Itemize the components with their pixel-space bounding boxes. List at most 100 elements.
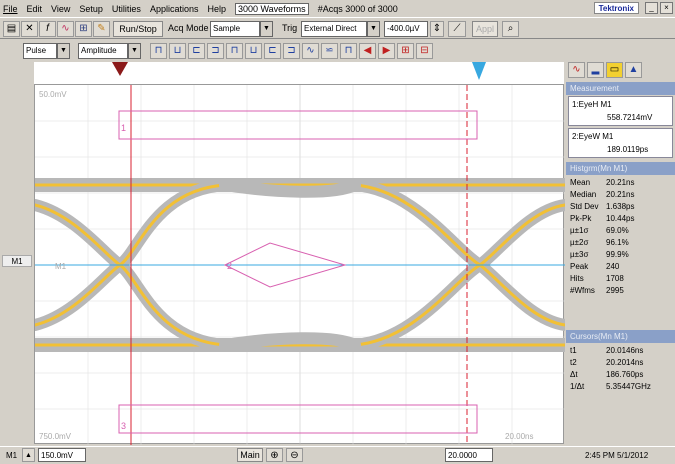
histogram-row-value: 20.21ns [606, 190, 635, 199]
meas-icon-8[interactable]: ⊐ [283, 43, 300, 59]
chevron-down-icon[interactable]: ▼ [367, 21, 380, 37]
zoom-out-icon[interactable]: ⊖ [286, 448, 303, 462]
menu-file[interactable]: File [3, 4, 18, 14]
yellow-panel-icon[interactable]: ▭ [606, 62, 623, 78]
meas-icon-6[interactable]: ⊔ [245, 43, 262, 59]
level-adjust-icon[interactable]: ⇕ [430, 21, 444, 37]
clock: 2:45 PM 5/1/2012 [585, 451, 649, 460]
zoom-in-icon[interactable]: ⊕ [266, 448, 283, 462]
chevron-up-icon[interactable]: ▲ [22, 448, 35, 462]
panel-toolbar: ∿ ▂ ▭ ▲ [566, 62, 675, 80]
arrow-left-icon[interactable]: ◀ [359, 43, 376, 59]
histogram-row-key: Peak [570, 262, 589, 271]
bottom-scale-label: 750.0mV [39, 432, 72, 441]
measurement-item-2[interactable]: 2:EyeW M1 189.0119ps [568, 128, 673, 158]
run-stop-button[interactable]: Run/Stop [113, 21, 163, 37]
meas-icon-7[interactable]: ⊏ [264, 43, 281, 59]
meas-icon-9[interactable]: ∿ [302, 43, 319, 59]
trigger-source-select[interactable]: External Direct [301, 21, 367, 37]
minimize-icon[interactable]: _ [645, 2, 658, 14]
histogram-row-key: Hits [570, 274, 584, 283]
mask-top [118, 110, 478, 140]
scale-input[interactable]: 150.0mV [38, 448, 86, 462]
measurement-category-select[interactable]: Pulse [23, 43, 57, 59]
eye-diagram: 50.0mV 750.0mV 20.00ns M1 1 2 3 [28, 85, 572, 445]
histogram-row-value: 2995 [606, 286, 624, 295]
readout-panel: ∿ ▂ ▭ ▲ Measurement 1:EyeH M1 558.7214mV… [566, 62, 675, 446]
cursor-row-value: 186.760ps [606, 370, 644, 379]
cursor-row-key: t2 [570, 358, 577, 367]
scope-header [34, 62, 564, 84]
time-scale-label: 20.00ns [505, 432, 533, 441]
meas-icon-11[interactable]: ⊓ [340, 43, 357, 59]
meas-icon-12[interactable]: ⊞ [397, 43, 414, 59]
apply-button[interactable]: Appl [472, 21, 498, 37]
arrow-right-icon[interactable]: ▶ [378, 43, 395, 59]
trigger-markers [112, 62, 486, 80]
mask-label-1: 1 [121, 123, 126, 133]
close-icon[interactable]: × [660, 2, 673, 14]
mountain-icon[interactable]: ▲ [625, 62, 642, 78]
histogram-row-value: 20.21ns [606, 178, 635, 187]
cursors-header: Cursors(Mn M1) [566, 330, 675, 343]
m1-reference-marker[interactable]: M1 [2, 255, 32, 267]
waveform-icon[interactable]: ∿ [57, 21, 74, 37]
trigger-level-input[interactable]: -400.0µV [384, 21, 428, 37]
histogram-icon[interactable]: ▂ [587, 62, 604, 78]
histogram-row-key: Mean [570, 178, 591, 187]
tools-icon[interactable]: ✕ [21, 21, 38, 37]
meas-icon-2[interactable]: ⊔ [169, 43, 186, 59]
acq-mode-label: Acq Mode [168, 23, 209, 33]
main-toolbar: ▤ ✕ f ∿ ⊞ ✎ Run/Stop Acq Mode Sample ▼ T… [0, 17, 675, 39]
measurement-toolbar: Pulse ▼ Amplitude ▼ ⊓ ⊔ ⊏ ⊐ ⊓ ⊔ ⊏ ⊐ ∿ ⋍ … [0, 40, 565, 62]
zoom-icon[interactable]: ⌕ [502, 21, 519, 37]
meas-icon-1[interactable]: ⊓ [150, 43, 167, 59]
trend-icon[interactable]: ∿ [568, 62, 585, 78]
chevron-down-icon[interactable]: ▼ [57, 43, 70, 59]
trigger-position-icon[interactable] [112, 62, 128, 76]
measurement-type-select[interactable]: Amplitude [78, 43, 128, 59]
menu-applications[interactable]: Applications [150, 4, 199, 14]
cursor-row-key: 1/Δt [570, 382, 585, 391]
meas-icon-10[interactable]: ⋍ [321, 43, 338, 59]
cursor-row-key: Δt [570, 370, 578, 379]
acq-mode-select[interactable]: Sample [210, 21, 260, 37]
menu-view[interactable]: View [51, 4, 70, 14]
histogram-row-key: #Wfms [570, 286, 595, 295]
position-input[interactable]: 20.0000 [445, 448, 493, 462]
measure-icon[interactable]: ⊞ [75, 21, 92, 37]
cursor-row-value: 5.35447GHz [606, 382, 651, 391]
mask-label-3: 3 [121, 421, 126, 431]
pen-icon[interactable]: ✎ [93, 21, 110, 37]
histogram-row-key: µ±2σ [570, 238, 589, 247]
edge-slope-icon[interactable]: ⟋ [448, 21, 466, 37]
histogram-row-key: Median [570, 190, 597, 199]
menu-utilities[interactable]: Utilities [112, 4, 141, 14]
menu-help[interactable]: Help [207, 4, 226, 14]
histogram-row-value: 240 [606, 262, 620, 271]
function-icon[interactable]: f [39, 21, 56, 37]
cursor-row-key: t1 [570, 346, 577, 355]
menu-setup[interactable]: Setup [79, 4, 103, 14]
menu-edit[interactable]: Edit [27, 4, 43, 14]
measurement-item-1[interactable]: 1:EyeH M1 558.7214mV [568, 96, 673, 126]
meas-icon-4[interactable]: ⊐ [207, 43, 224, 59]
mask-label-2: 2 [227, 261, 232, 271]
acquisition-count: #Acqs 3000 of 3000 [317, 3, 398, 14]
print-icon[interactable]: ▤ [3, 21, 20, 37]
waveform-display[interactable]: 50.0mV 750.0mV 20.00ns M1 1 2 3 [28, 84, 572, 445]
meas-icon-3[interactable]: ⊏ [188, 43, 205, 59]
meas-icon-5[interactable]: ⊓ [226, 43, 243, 59]
chevron-down-icon[interactable]: ▼ [128, 43, 141, 59]
cursor-row-value: 20.0146ns [606, 346, 644, 355]
menu-bar: File Edit View Setup Utilities Applicati… [0, 0, 675, 17]
main-button[interactable]: Main [237, 448, 263, 462]
histogram-row-value: 1.638ps [606, 202, 635, 211]
trigger-level-icon[interactable] [472, 62, 486, 80]
status-bar: M1 ▲ 150.0mV Main ⊕ ⊖ 20.0000 2:45 PM 5/… [0, 446, 675, 464]
cursor-row-value: 20.2014ns [606, 358, 644, 367]
measurement-value: 558.7214mV [607, 113, 653, 122]
histogram-row-value: 99.9% [606, 250, 629, 259]
chevron-down-icon[interactable]: ▼ [260, 21, 273, 37]
meas-icon-13[interactable]: ⊟ [416, 43, 433, 59]
